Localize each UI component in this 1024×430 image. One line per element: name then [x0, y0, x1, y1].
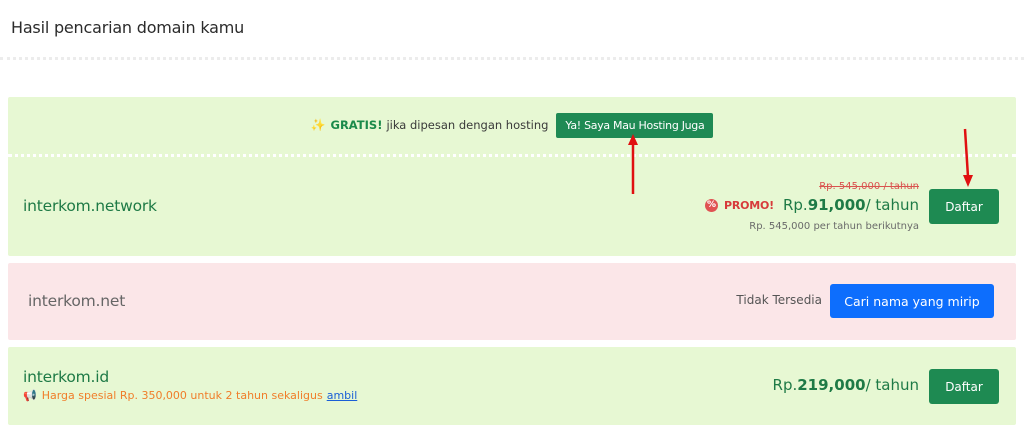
domain-result-available: ✨ GRATIS! jika dipesan dengan hosting Ya…	[8, 97, 1016, 256]
special-offer-text: Harga spesial Rp. 350,000 untuk 2 tahun …	[41, 389, 323, 402]
register-button[interactable]: Daftar	[929, 189, 999, 224]
price-row: % PROMO! Rp.91,000/ tahun	[704, 196, 919, 214]
price-prefix: Rp.	[782, 196, 808, 214]
domain-name: interkom.network	[23, 197, 157, 215]
price-suffix: / tahun	[865, 196, 919, 214]
price: Rp.91,000/ tahun	[783, 196, 919, 214]
banner-divider	[8, 154, 1016, 157]
special-offer-note: 📢 Harga spesial Rp. 350,000 untuk 2 tahu…	[23, 389, 357, 402]
price-amount: 91,000	[807, 196, 866, 214]
claim-offer-link[interactable]: ambil	[327, 389, 358, 402]
annotation-arrow-down	[963, 128, 973, 187]
sparkle-icon: ✨	[310, 118, 326, 132]
header-divider	[0, 57, 1024, 60]
promo-text: jika dipesan dengan hosting	[386, 118, 549, 132]
domain-name: interkom.net	[28, 292, 126, 310]
price-prefix: Rp.	[772, 376, 798, 394]
hosting-promo-banner: ✨ GRATIS! jika dipesan dengan hosting Ya…	[8, 97, 1016, 153]
gratis-label: GRATIS!	[330, 118, 383, 132]
availability-status: Tidak Tersedia	[736, 293, 822, 307]
domain-result-unavailable: interkom.net Tidak Tersedia Cari nama ya…	[8, 263, 1016, 340]
old-price: Rp. 545,000 / tahun	[819, 181, 919, 192]
promo-label: PROMO!	[723, 198, 774, 212]
price-amount: 219,000	[797, 376, 866, 394]
domain-name: interkom.id	[23, 368, 109, 386]
promo-badge-icon: %	[704, 198, 718, 212]
page-title: Hasil pencarian domain kamu	[11, 18, 245, 37]
renewal-price: Rp. 545,000 per tahun berikutnya	[749, 221, 919, 232]
price-suffix: / tahun	[865, 376, 919, 394]
register-button[interactable]: Daftar	[929, 369, 999, 404]
megaphone-icon: 📢	[23, 389, 37, 402]
price: Rp.219,000/ tahun	[773, 376, 919, 394]
annotation-arrow-up	[628, 134, 638, 194]
find-similar-button[interactable]: Cari nama yang mirip	[830, 284, 994, 318]
price-row: Rp.219,000/ tahun	[773, 376, 919, 394]
domain-result-available: interkom.id 📢 Harga spesial Rp. 350,000 …	[8, 347, 1016, 425]
